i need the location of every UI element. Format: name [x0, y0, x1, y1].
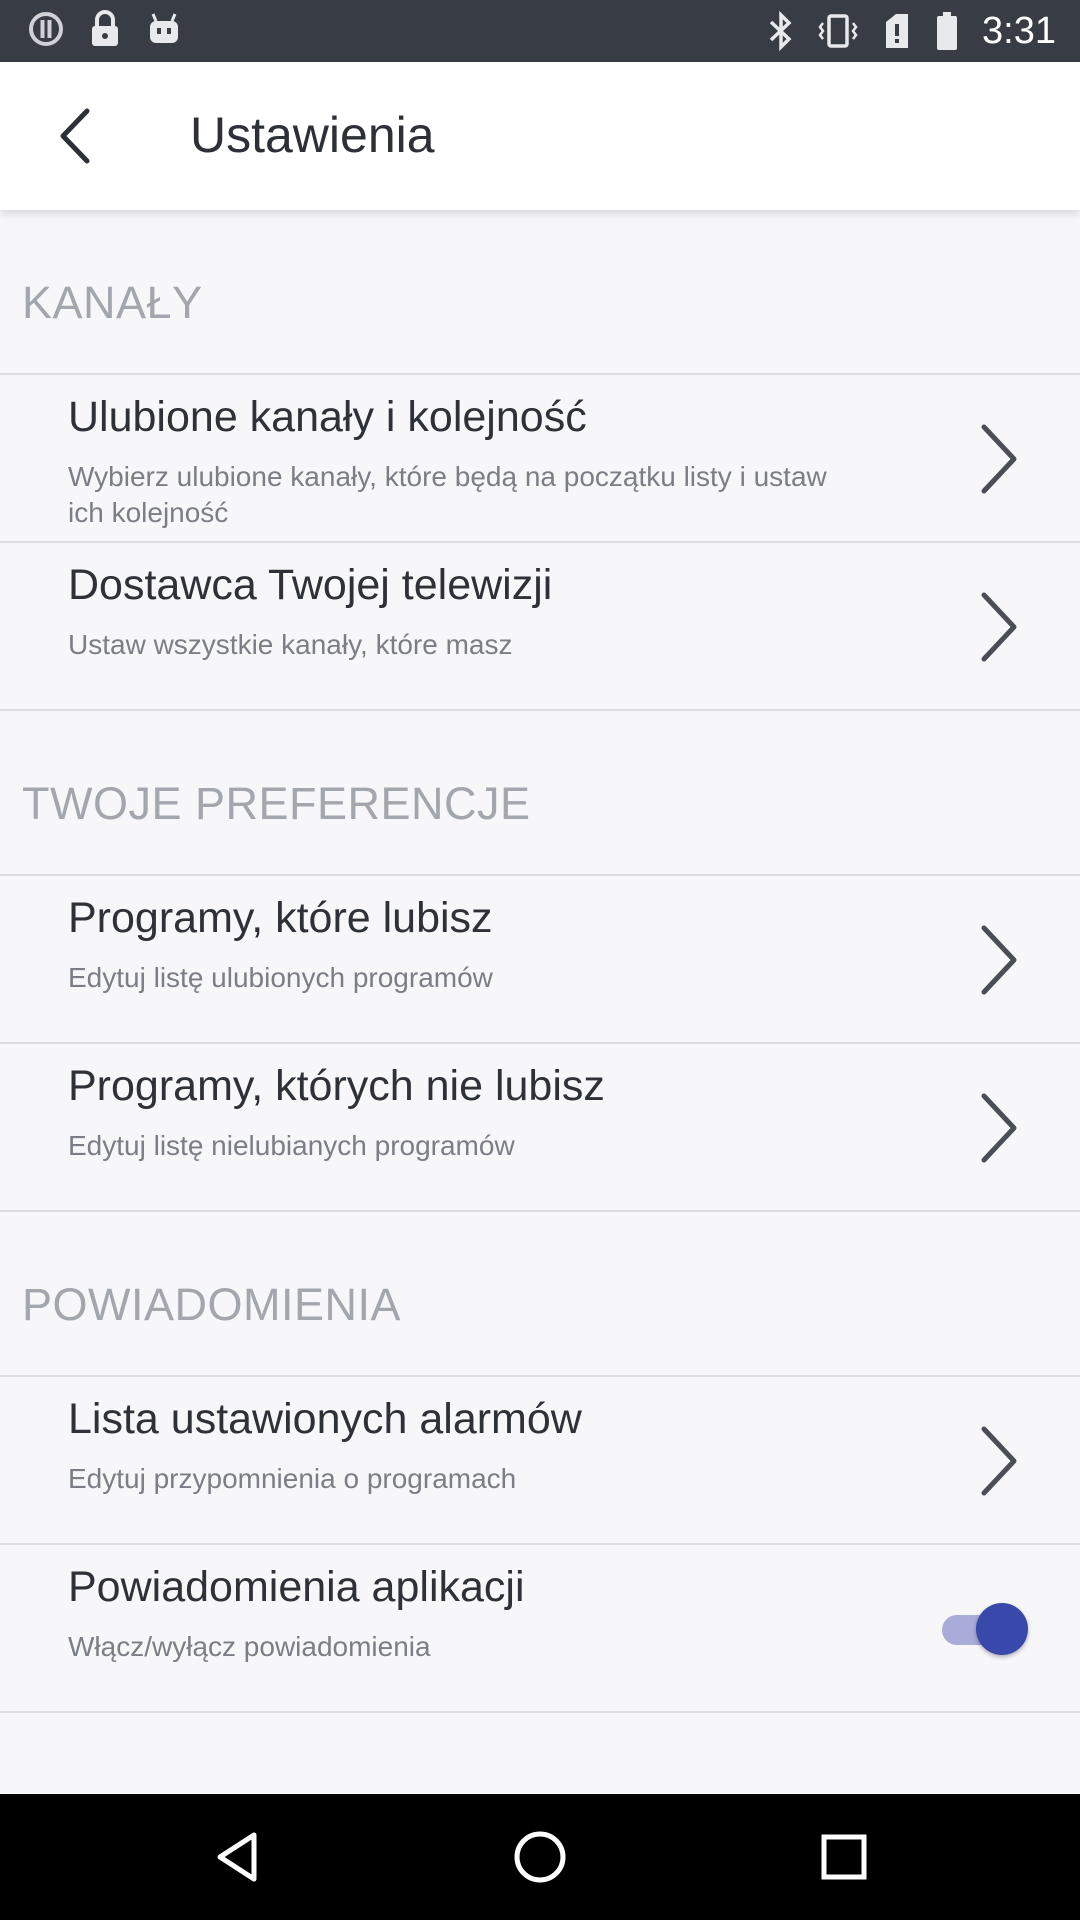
vibrate-icon [818, 14, 858, 48]
status-bar: 3:31 [0, 0, 1080, 62]
section-header-powiadomienia: POWIADOMIENIA [0, 1212, 1080, 1377]
notifications-toggle[interactable] [936, 1603, 1028, 1655]
android-icon [150, 13, 178, 43]
row-subtitle: Ustaw wszystkie kanały, które masz [68, 629, 513, 660]
row-title: Dostawca Twojej telewizji [68, 561, 553, 609]
status-right-icons: 3:31 [768, 0, 1056, 62]
row-subtitle: Edytuj listę ulubionych programów [68, 962, 493, 993]
chevron-right-icon [981, 1426, 1017, 1496]
settings-row-favorite-channels[interactable]: Ulubione kanały i kolejność Wybierz ulub… [0, 375, 1080, 543]
system-nav-bar [0, 1794, 1080, 1920]
back-button[interactable] [44, 96, 104, 176]
recents-square-icon[interactable] [814, 1827, 874, 1887]
section-header-kanaly: KANAŁY [0, 210, 1080, 375]
back-triangle-icon[interactable] [208, 1827, 268, 1887]
signal-off-icon [886, 14, 909, 48]
lock-icon [92, 10, 118, 46]
status-left-icons [28, 10, 182, 48]
bluetooth-icon [769, 11, 792, 51]
row-title: Powiadomienia aplikacji [68, 1563, 525, 1611]
chevron-right-icon [981, 592, 1017, 662]
chevron-right-icon [981, 1093, 1017, 1163]
settings-row-app-notifications[interactable]: Powiadomienia aplikacji Włącz/wyłącz pow… [0, 1545, 1080, 1713]
battery-icon [937, 12, 958, 50]
clock: 3:31 [982, 9, 1056, 52]
chevron-right-icon [981, 925, 1017, 995]
row-title: Lista ustawionych alarmów [68, 1395, 582, 1443]
settings-list[interactable]: KANAŁY Ulubione kanały i kolejność Wybie… [0, 210, 1080, 1794]
chevron-left-icon [60, 108, 90, 164]
settings-row-liked-programs[interactable]: Programy, które lubisz Edytuj listę ulub… [0, 876, 1080, 1044]
row-title: Programy, których nie lubisz [68, 1062, 605, 1110]
home-circle-icon[interactable] [510, 1827, 570, 1887]
app-bar: Ustawienia [0, 62, 1080, 210]
row-title: Ulubione kanały i kolejność [68, 393, 587, 441]
section-header-preferencje: TWOJE PREFERENCJE [0, 711, 1080, 876]
settings-row-alarms-list[interactable]: Lista ustawionych alarmów Edytuj przypom… [0, 1377, 1080, 1545]
row-subtitle: Edytuj przypomnienia o programach [68, 1463, 517, 1494]
settings-row-disliked-programs[interactable]: Programy, których nie lubisz Edytuj list… [0, 1044, 1080, 1212]
row-title: Programy, które lubisz [68, 894, 493, 942]
alert-circle-icon [29, 12, 63, 46]
row-subtitle: Edytuj listę nielubianych programów [68, 1130, 515, 1161]
settings-row-tv-provider[interactable]: Dostawca Twojej telewizji Ustaw wszystki… [0, 543, 1080, 711]
toggle-thumb [976, 1603, 1028, 1655]
row-subtitle: Włącz/wyłącz powiadomienia [68, 1631, 431, 1662]
row-subtitle: Wybierz ulubione kanały, które będą na p… [68, 461, 827, 528]
page-title: Ustawienia [190, 107, 435, 163]
chevron-right-icon [981, 424, 1017, 494]
